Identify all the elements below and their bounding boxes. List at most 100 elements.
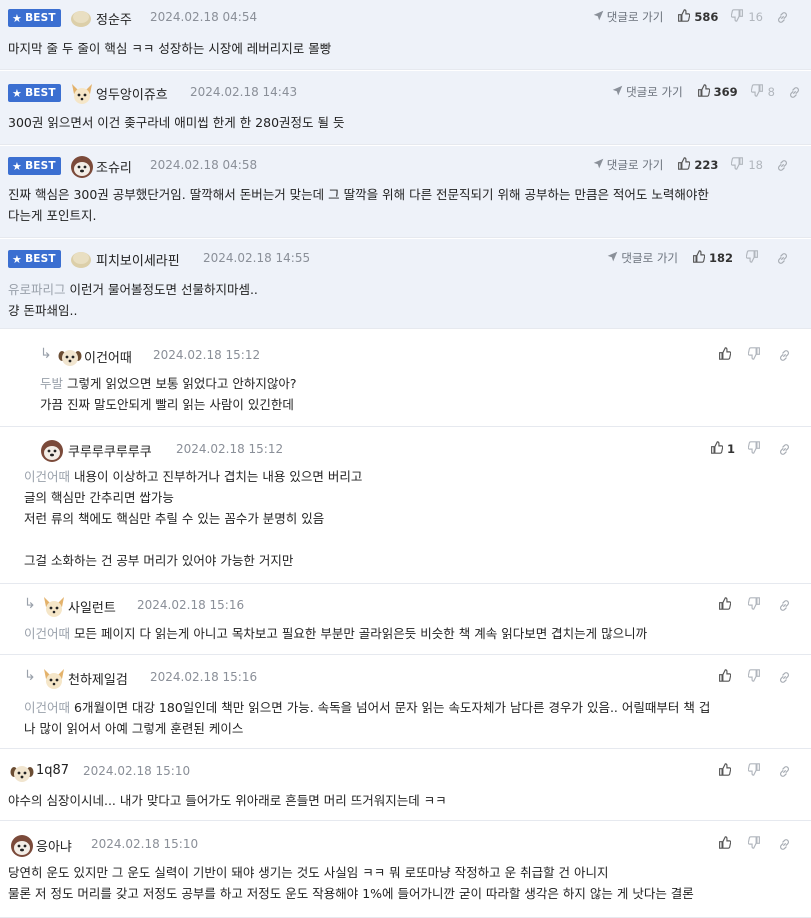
- link-icon[interactable]: [788, 86, 801, 99]
- upvote-button[interactable]: 223: [677, 157, 718, 173]
- link-icon[interactable]: [778, 349, 791, 362]
- link-icon[interactable]: [776, 252, 789, 265]
- upvote-count: 586: [694, 10, 719, 24]
- mention-link[interactable]: 이건어때: [24, 626, 70, 641]
- comment-body: 야수의 심장이시네... 내가 맞다고 들어가도 위아래로 흔들면 머리 뜨거워…: [8, 790, 447, 811]
- comment-body: 유로파리그 이런거 물어볼정도면 선물하지마셈.. 걍 돈파쇄임..: [8, 279, 258, 321]
- comment-actions: [718, 595, 791, 615]
- link-icon[interactable]: [778, 838, 791, 851]
- nickname[interactable]: 이건어때: [84, 347, 132, 366]
- nickname[interactable]: 피치보이세라핀: [96, 250, 180, 269]
- avatar[interactable]: [58, 345, 82, 367]
- reply-comment: ↳ 사일런트 2024.02.18 15:16 이건어때 모든 페이지 다 읽는게 아니…: [0, 585, 811, 655]
- avatar[interactable]: [70, 7, 92, 29]
- comment-actions: 댓글로 가기 586 16: [593, 7, 789, 27]
- comment-actions: 댓글로 가기 182: [607, 248, 789, 268]
- reply-comment: ↳ 이건어때 2024.02.18 15:12 두발 그렇게 읽었으면 보통 읽었다고 …: [0, 330, 811, 427]
- upvote-button[interactable]: [718, 669, 735, 685]
- link-icon[interactable]: [778, 443, 791, 456]
- avatar[interactable]: [70, 82, 92, 104]
- comment-text: 저런 류의 책에도 핵심만 추릴 수 있는 꼼수가 분명히 있음: [24, 511, 325, 526]
- upvote-count: 182: [708, 251, 733, 265]
- goto-comment-button[interactable]: 댓글로 가기: [607, 250, 678, 266]
- star-icon: ★: [12, 159, 23, 173]
- mention-link[interactable]: 이건어때: [24, 700, 70, 715]
- mention-link[interactable]: 이건어때: [24, 469, 70, 484]
- goto-comment-button[interactable]: 댓글로 가기: [593, 157, 663, 173]
- upvote-count: 369: [713, 85, 738, 99]
- comment-date: 2024.02.18 14:55: [203, 251, 311, 265]
- comment-text: 모든 페이지 다 읽는게 아니고 목차보고 필요한 부분만 골라읽은듯 비슷한 …: [74, 626, 648, 641]
- downvote-count: 16: [748, 10, 763, 24]
- avatar[interactable]: [40, 439, 63, 462]
- thumbs-up-icon: [692, 250, 706, 266]
- downvote-button[interactable]: [745, 250, 763, 266]
- nickname[interactable]: 응아냐: [36, 836, 72, 855]
- comment-body: 진짜 핵심은 300권 공부했단거임. 딸깍해서 돈버는거 맞는데 그 딸깍을 …: [8, 184, 709, 226]
- downvote-button[interactable]: 18: [731, 157, 763, 173]
- thumbs-down-icon: [731, 9, 744, 25]
- downvote-button[interactable]: 8: [750, 84, 775, 100]
- downvote-button[interactable]: [747, 441, 765, 457]
- comment-text: 6개월이면 대강 180일인데 책만 읽으면 가능. 속독을 넘어서 문자 읽는…: [74, 700, 711, 715]
- comment-text: 그걸 소화하는 건 공부 머리가 있어야 가능한 거지만: [24, 553, 294, 568]
- comment-line: 글의 핵심만 간추리면 쌉가능: [24, 487, 362, 508]
- comment-actions: [718, 761, 791, 781]
- upvote-button[interactable]: [718, 763, 735, 779]
- downvote-button[interactable]: [747, 347, 765, 363]
- comment-text: 걍 돈파쇄임..: [8, 303, 78, 318]
- reply-arrow-icon: ↳: [24, 668, 36, 684]
- upvote-button[interactable]: 586: [677, 9, 718, 25]
- nickname[interactable]: 쿠루루쿠루루쿠: [68, 441, 152, 460]
- comment-text: 진짜 핵심은 300권 공부했단거임. 딸깍해서 돈버는거 맞는데 그 딸깍을 …: [8, 187, 709, 202]
- nickname[interactable]: 엉두앙이쥬흐: [96, 84, 168, 103]
- link-icon[interactable]: [776, 159, 789, 172]
- link-icon[interactable]: [778, 599, 791, 612]
- comment-body: 이건어때 모든 페이지 다 읽는게 아니고 목차보고 필요한 부분만 골라읽은듯 …: [24, 623, 647, 644]
- reply-arrow-icon: ↳: [24, 596, 36, 612]
- nickname[interactable]: 천하제일검: [68, 669, 128, 688]
- avatar[interactable]: [10, 761, 34, 783]
- link-icon[interactable]: [778, 671, 791, 684]
- thumbs-up-icon: [697, 84, 710, 100]
- upvote-button[interactable]: 1: [710, 441, 735, 457]
- downvote-button[interactable]: [747, 669, 765, 685]
- avatar[interactable]: [70, 248, 92, 270]
- downvote-button[interactable]: [747, 836, 765, 852]
- comment-item: 1q87 2024.02.18 15:10 야수의 심장이시네... 내가 맞다고 …: [0, 750, 811, 821]
- upvote-button[interactable]: [718, 836, 735, 852]
- nickname[interactable]: 조슈리: [96, 157, 132, 176]
- upvote-button[interactable]: [718, 347, 735, 363]
- nickname[interactable]: 사일런트: [68, 597, 116, 616]
- upvote-button[interactable]: [718, 597, 735, 613]
- avatar[interactable]: [70, 155, 93, 178]
- comment-line: [24, 529, 362, 550]
- nickname[interactable]: 정순주: [96, 9, 132, 28]
- comment-body: 두발 그렇게 읽었으면 보통 읽었다고 안하지않아? 가끔 진짜 말도안되게 빨리 …: [40, 373, 297, 415]
- comment-body: 마지막 줄 두 줄이 핵심 ㅋㅋ 성장하는 시장에 레버리지로 몰빵: [8, 38, 331, 59]
- avatar[interactable]: [10, 834, 33, 857]
- send-icon: [593, 10, 607, 24]
- nickname[interactable]: 1q87: [36, 763, 69, 778]
- comment-text: 다는게 포인트지.: [8, 208, 97, 223]
- comment-line: 당연히 운도 있지만 그 운도 실력이 기반이 돼야 생기는 것도 사실임 ㅋㅋ…: [8, 862, 694, 883]
- send-icon: [612, 85, 626, 99]
- downvote-button[interactable]: [747, 763, 765, 779]
- downvote-button[interactable]: 16: [731, 9, 763, 25]
- upvote-button[interactable]: 182: [692, 250, 733, 266]
- comment-body: 이건어때 6개월이면 대강 180일인데 책만 읽으면 가능. 속독을 넘어서 문…: [24, 697, 710, 739]
- downvote-button[interactable]: [747, 597, 765, 613]
- goto-comment-button[interactable]: 댓글로 가기: [612, 84, 683, 100]
- mention-link[interactable]: 두발: [40, 376, 63, 391]
- comment-actions: [718, 667, 791, 687]
- avatar[interactable]: [42, 595, 64, 617]
- link-icon[interactable]: [778, 765, 791, 778]
- upvote-button[interactable]: 369: [697, 84, 738, 100]
- goto-comment-button[interactable]: 댓글로 가기: [593, 9, 663, 25]
- mention-link[interactable]: 유로파리그: [8, 282, 66, 297]
- comment-item: ★ BEST 피치보이세라핀 2024.02.18 14:55 댓글로 가기 182 유로파…: [0, 239, 811, 329]
- avatar[interactable]: [42, 667, 64, 689]
- downvote-count: 8: [767, 85, 775, 99]
- link-icon[interactable]: [776, 11, 789, 24]
- comment-body: 이건어때 내용이 이상하고 진부하거나 겹치는 내용 있으면 버리고 글의 핵심만 …: [24, 466, 362, 571]
